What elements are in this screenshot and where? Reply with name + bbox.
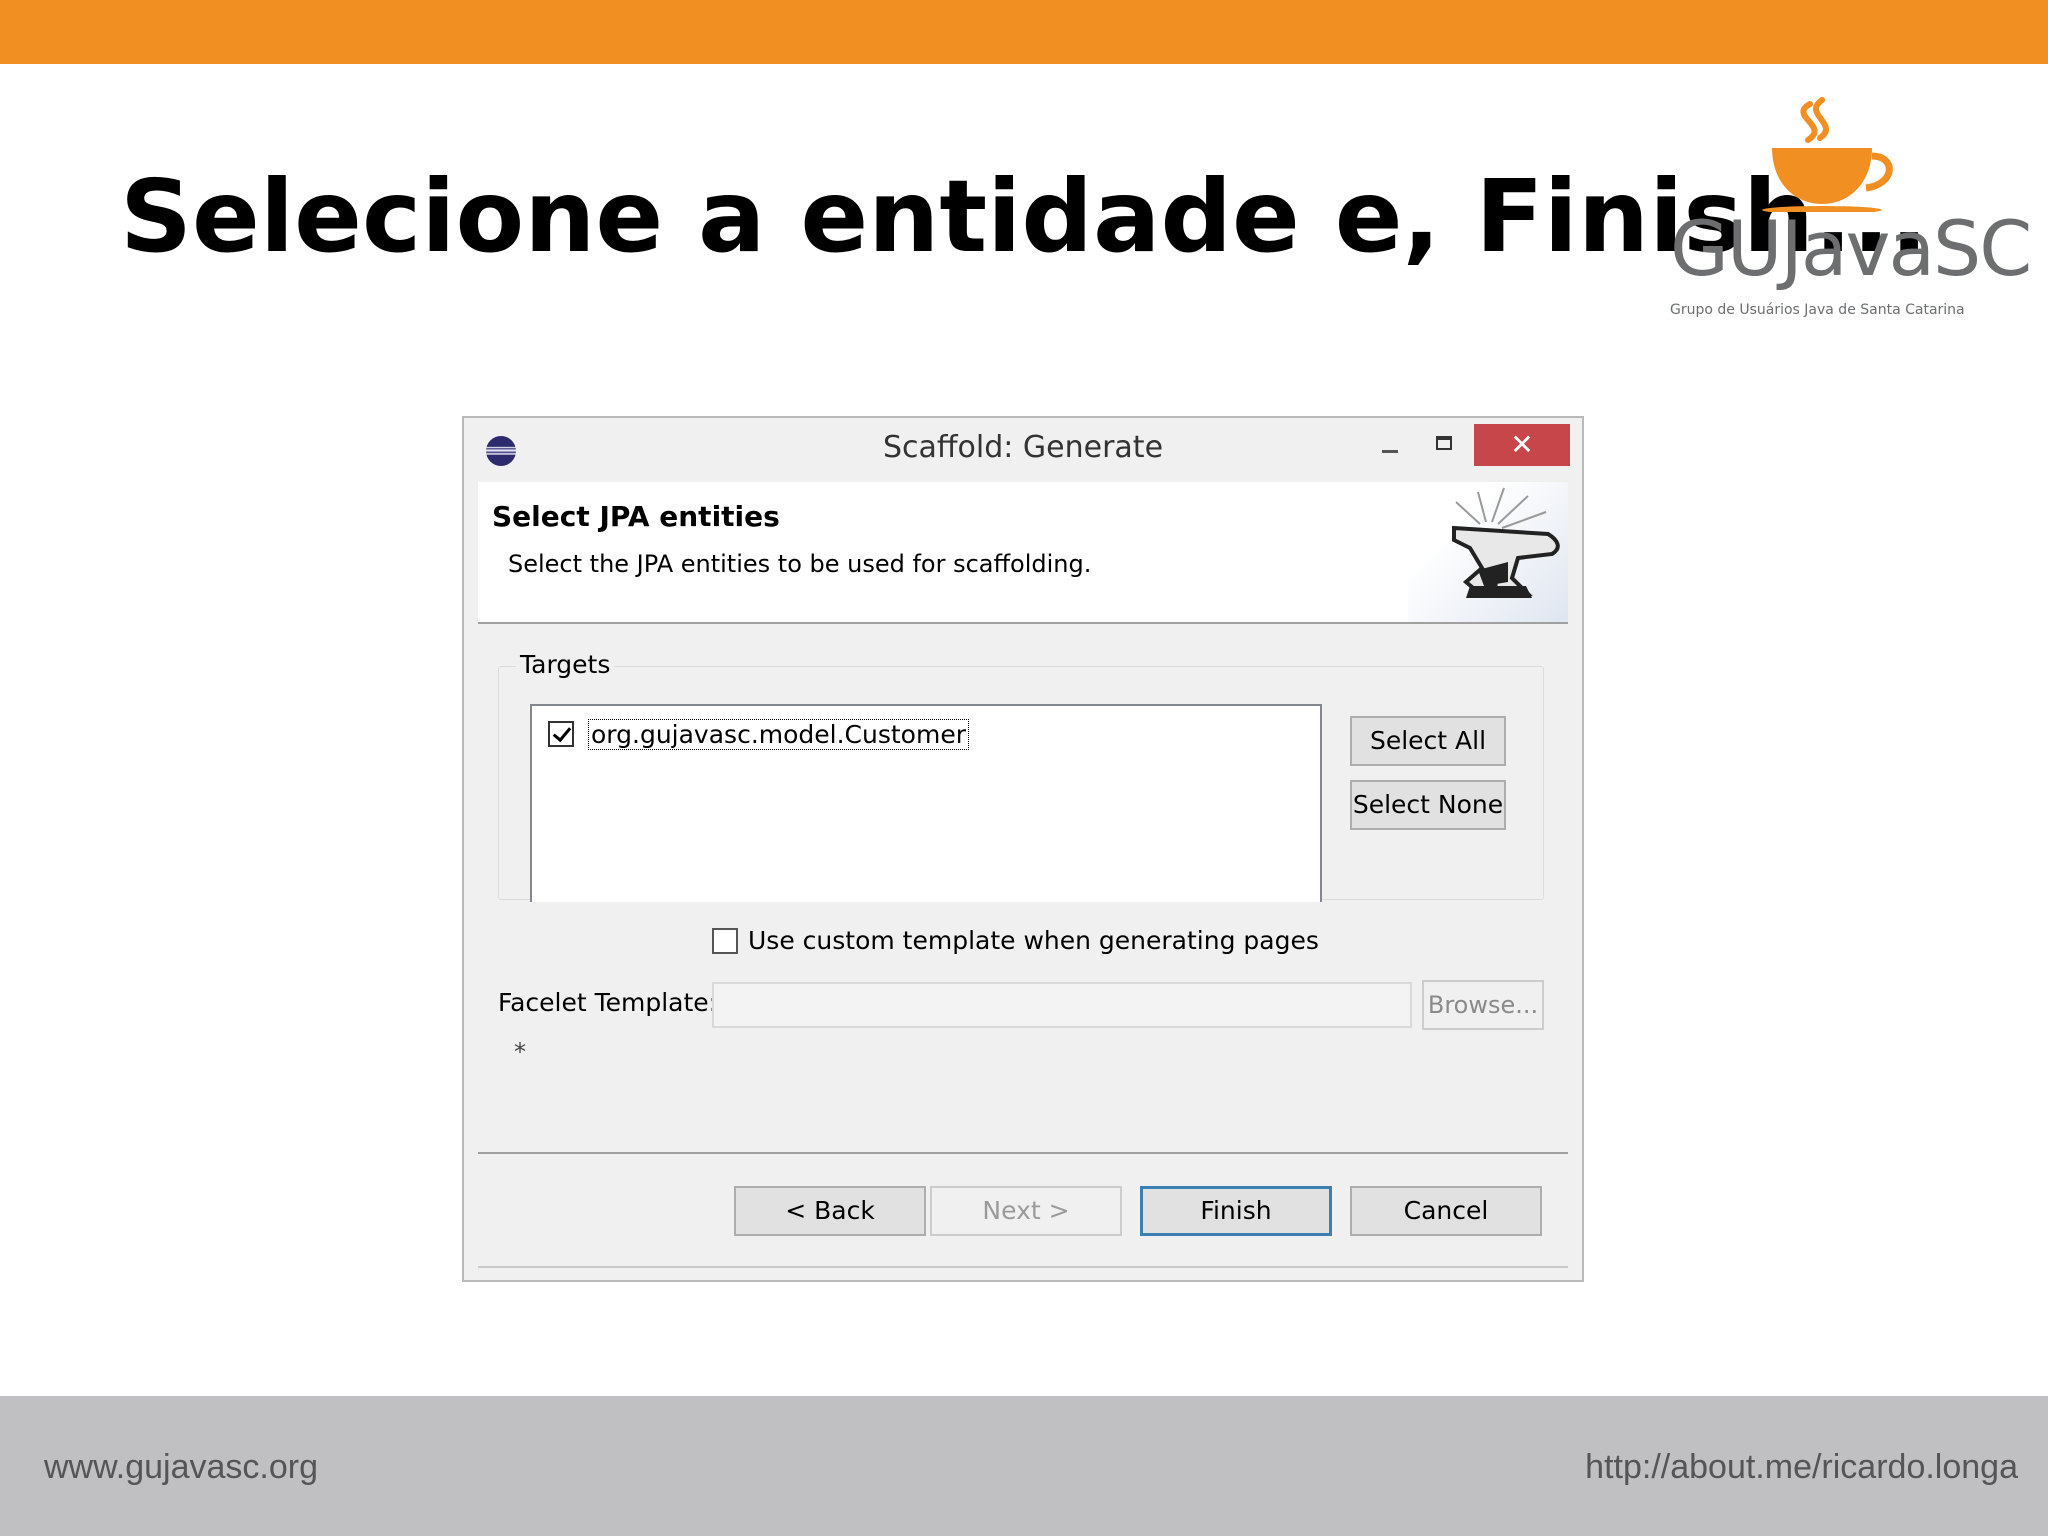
select-all-button[interactable]: Select All xyxy=(1350,716,1506,766)
back-button[interactable]: < Back xyxy=(734,1186,926,1236)
entity-label[interactable]: org.gujavasc.model.Customer xyxy=(588,718,969,750)
gujavasc-logo: GUJavaSC Grupo de Usuários Java de Santa… xyxy=(1660,92,2032,332)
facelet-template-input[interactable] xyxy=(712,982,1412,1028)
required-asterisk: * xyxy=(514,1038,526,1066)
slide-title: Selecione a entidade e, Finish... xyxy=(120,158,1929,275)
scaffold-dialog: Scaffold: Generate ✕ Select JPA entities… xyxy=(462,416,1584,1282)
logo-tagline: Grupo de Usuários Java de Santa Catarina xyxy=(1670,302,1965,318)
list-item[interactable]: org.gujavasc.model.Customer xyxy=(548,716,969,752)
cancel-button[interactable]: Cancel xyxy=(1350,1186,1542,1236)
entity-checkbox[interactable] xyxy=(548,721,574,747)
next-button[interactable]: Next > xyxy=(930,1186,1122,1236)
maximize-button[interactable] xyxy=(1422,424,1468,464)
wizard-header-description: Select the JPA entities to be used for s… xyxy=(508,550,1092,578)
wizard-content: Targets org.gujavasc.model.Customer Sele… xyxy=(478,624,1568,1152)
anvil-icon xyxy=(1408,482,1568,622)
custom-template-label[interactable]: Use custom template when generating page… xyxy=(748,926,1319,955)
targets-list[interactable]: org.gujavasc.model.Customer xyxy=(530,704,1322,902)
select-none-button[interactable]: Select None xyxy=(1350,780,1506,830)
dialog-titlebar[interactable]: Scaffold: Generate ✕ xyxy=(464,418,1582,482)
custom-template-checkbox[interactable] xyxy=(712,927,738,954)
wizard-header: Select JPA entities Select the JPA entit… xyxy=(478,482,1568,624)
slide-top-bar xyxy=(0,0,2048,64)
facelet-template-label: Facelet Template: xyxy=(498,988,718,1017)
custom-template-row[interactable]: Use custom template when generating page… xyxy=(712,926,1319,955)
minimize-button[interactable] xyxy=(1366,424,1412,464)
logo-wordmark: GUJavaSC xyxy=(1670,204,2032,293)
dialog-bottom-border xyxy=(478,1266,1568,1268)
button-bar-separator xyxy=(478,1152,1568,1154)
finish-button[interactable]: Finish xyxy=(1140,1186,1332,1236)
footer-website: www.gujavasc.org xyxy=(44,1448,319,1486)
close-button[interactable]: ✕ xyxy=(1474,424,1570,466)
targets-label: Targets xyxy=(516,650,615,679)
footer-profile-link: http://about.me/ricardo.longa xyxy=(1585,1448,2018,1486)
dialog-title: Scaffold: Generate xyxy=(882,430,1164,465)
browse-button[interactable]: Browse... xyxy=(1422,980,1544,1030)
coffee-cup-icon xyxy=(1762,97,1893,212)
wizard-header-title: Select JPA entities xyxy=(492,500,780,533)
